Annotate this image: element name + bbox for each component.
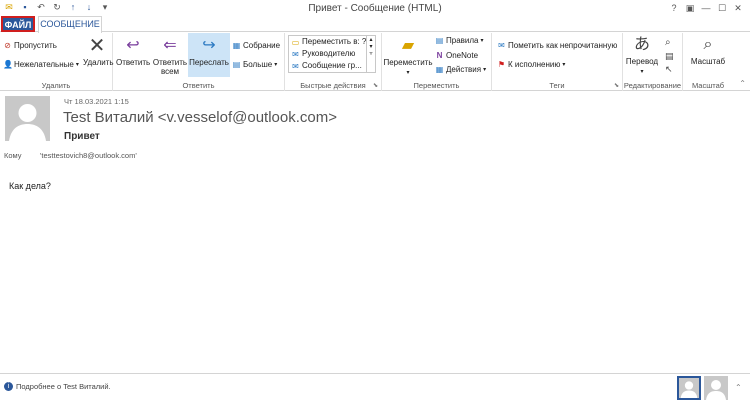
ribbon-group-respond: ↩ Ответить ⇐ Ответить всем ↪ Переслать ▦… xyxy=(113,33,285,91)
forward-icon: ↪ xyxy=(202,37,216,54)
ribbon-group-quick-steps: ▭ Переместить в: ? ✉ Руководителю ✉ Сооб… xyxy=(285,33,382,91)
collapse-people-icon[interactable]: ⌃ xyxy=(735,383,742,392)
people-info[interactable]: i Подробнее о Test Виталий. xyxy=(4,382,111,391)
group-label-zoom: Масштаб xyxy=(691,81,725,90)
mark-unread-button[interactable]: ✉ Пометить как непрочитанную xyxy=(497,41,617,50)
onenote-icon: N xyxy=(436,51,443,60)
chevron-down-icon: ▾ xyxy=(562,62,566,68)
info-icon: i xyxy=(4,382,13,391)
ribbon-group-editing: あ Перевод ▾ ⌕ ▤ ↖ Редактирование xyxy=(623,33,683,91)
mail-icon: ✉ xyxy=(292,61,299,71)
close-button[interactable]: ✕ xyxy=(730,1,746,15)
message-subject: Привет xyxy=(64,131,100,142)
people-avatar-selected[interactable] xyxy=(677,376,701,400)
followup-button[interactable]: ⚑ К исполнению ▾ xyxy=(497,60,566,69)
window-controls: ? ▣ — ☐ ✕ xyxy=(666,1,746,15)
rules-icon: ▤ xyxy=(435,36,444,45)
group-label-delete: Удалить xyxy=(41,81,71,90)
related-icon[interactable]: ▤ xyxy=(665,51,674,62)
chevron-down-icon: ▾ xyxy=(640,69,644,75)
ribbon-group-zoom: ⌕ Масштаб Масштаб xyxy=(683,33,733,91)
reply-button[interactable]: ↩ Ответить xyxy=(116,36,150,67)
tab-message[interactable]: СООБЩЕНИЕ xyxy=(38,16,102,33)
ignore-button[interactable]: ⊘ Пропустить xyxy=(3,41,57,50)
ribbon-tabs: ФАЙЛ СООБЩЕНИЕ xyxy=(0,16,750,33)
delete-button[interactable]: ✕ Удалить xyxy=(83,35,114,67)
reply-all-button[interactable]: ⇐ Ответить всем xyxy=(152,36,188,76)
quick-step-team-email[interactable]: ✉ Сообщение гр... xyxy=(289,60,375,72)
group-label-quick-steps: Быстрые действия xyxy=(300,81,366,90)
group-label-tags: Теги xyxy=(549,81,565,90)
person-silhouette-icon xyxy=(704,376,728,400)
folder-move-icon: ▰ xyxy=(401,37,415,54)
maximize-button[interactable]: ☐ xyxy=(714,1,730,15)
chevron-down-icon: ▾ xyxy=(274,62,278,68)
translate-icon: あ xyxy=(633,36,650,53)
flag-icon: ⚑ xyxy=(497,60,506,69)
group-label-editing: Редактирование xyxy=(623,81,682,90)
quick-step-move-to[interactable]: ▭ Переместить в: ? xyxy=(289,36,375,48)
to-label: Кому xyxy=(4,151,22,160)
ribbon: ⊘ Пропустить 👤 Нежелательные ▾ ✕ Удалить… xyxy=(0,33,750,91)
message-body: Как дела? xyxy=(9,181,51,191)
message-sender[interactable]: Test Виталий <v.vesselof@outlook.com> xyxy=(63,109,337,126)
delete-x-icon: ✕ xyxy=(88,35,106,57)
person-silhouette-icon xyxy=(679,378,699,398)
meeting-button[interactable]: ▦ Собрание xyxy=(232,41,280,50)
forward-mail-icon: ✉ xyxy=(292,49,299,59)
ribbon-group-move: ▰ Переместить ▾ ▤ Правила ▾ N OneNote ▦ … xyxy=(382,33,492,91)
forward-button[interactable]: ↪ Переслать xyxy=(188,33,230,77)
chevron-down-icon: ▾ xyxy=(75,62,79,68)
zoom-button[interactable]: ⌕ Масштаб xyxy=(687,35,729,66)
to-recipient[interactable]: 'testtestovich8@outlook.com' xyxy=(40,151,137,160)
group-label-respond: Ответить xyxy=(182,81,215,90)
move-button[interactable]: ▰ Переместить ▾ xyxy=(383,36,433,78)
person-silhouette-icon xyxy=(5,96,50,141)
help-button[interactable]: ? xyxy=(666,1,682,15)
minimize-button[interactable]: — xyxy=(698,1,714,15)
title-bar: ✉ ▪ ↶ ↻ ↑ ↓ ▾ Привет - Сообщение (HTML) … xyxy=(0,0,750,16)
more-icon: ▤ xyxy=(232,60,241,69)
rules-button[interactable]: ▤ Правила ▾ xyxy=(435,36,484,45)
reply-icon: ↩ xyxy=(126,37,140,54)
translate-button[interactable]: あ Перевод ▾ xyxy=(624,35,660,77)
dialog-launcher-icon[interactable]: ⬊ xyxy=(614,82,619,89)
mark-unread-icon: ✉ xyxy=(498,41,505,50)
chevron-down-icon: ▾ xyxy=(483,67,487,73)
window-title: Привет - Сообщение (HTML) xyxy=(308,3,442,14)
junk-button[interactable]: 👤 Нежелательные ▾ xyxy=(3,60,79,69)
actions-button[interactable]: ▦ Действия ▾ xyxy=(435,65,486,74)
more-respond-button[interactable]: ▤ Больше ▾ xyxy=(232,60,278,69)
onenote-button[interactable]: N OneNote xyxy=(435,51,478,60)
ribbon-group-delete: ⊘ Пропустить 👤 Нежелательные ▾ ✕ Удалить… xyxy=(0,33,114,91)
message-date: Чт 18.03.2021 1:15 xyxy=(64,97,129,106)
folder-icon: ▭ xyxy=(291,37,300,47)
quick-steps-scroll[interactable]: ▴ ▾ ▿ xyxy=(366,36,375,72)
actions-icon: ▦ xyxy=(435,65,444,74)
dialog-launcher-icon[interactable]: ⬊ xyxy=(373,82,378,89)
tab-file[interactable]: ФАЙЛ xyxy=(1,16,35,32)
magnifier-icon: ⌕ xyxy=(703,36,713,53)
junk-icon: 👤 xyxy=(3,60,13,69)
people-pane-bar: i Подробнее о Test Виталий. ⌃ xyxy=(0,373,750,401)
sender-avatar[interactable] xyxy=(5,96,50,141)
group-label-move: Переместить xyxy=(413,81,460,90)
reply-all-icon: ⇐ xyxy=(163,37,177,54)
find-icon[interactable]: ⌕ xyxy=(665,37,671,48)
quick-steps-gallery: ▭ Переместить в: ? ✉ Руководителю ✉ Сооб… xyxy=(288,35,376,73)
people-avatar[interactable] xyxy=(704,376,728,400)
chevron-down-icon: ▾ xyxy=(480,38,484,44)
collapse-ribbon-icon[interactable]: ⌃ xyxy=(739,79,746,88)
calendar-icon: ▦ xyxy=(232,41,241,50)
ribbon-group-tags: ✉ Пометить как непрочитанную ⚑ К исполне… xyxy=(492,33,623,91)
quick-step-manager[interactable]: ✉ Руководителю xyxy=(289,48,375,60)
ignore-icon: ⊘ xyxy=(4,41,11,50)
restore-ribbon-button[interactable]: ▣ xyxy=(682,1,698,15)
select-icon[interactable]: ↖ xyxy=(665,64,673,75)
chevron-down-icon: ▾ xyxy=(406,70,410,76)
